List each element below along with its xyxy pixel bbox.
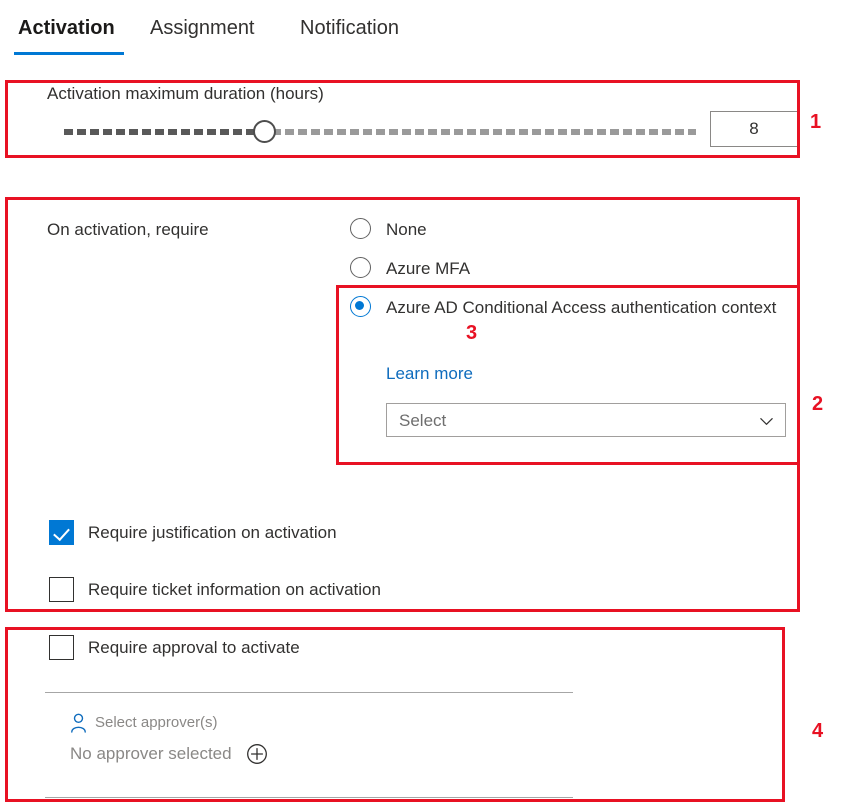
tab-notification[interactable]: Notification xyxy=(300,14,399,52)
checkbox-label-justification: Require justification on activation xyxy=(88,522,337,542)
tab-activation[interactable]: Activation xyxy=(18,14,115,52)
on-activation-require-label: On activation, require xyxy=(47,220,209,239)
tab-active-indicator xyxy=(14,52,124,55)
approver-empty-state: No approver selected xyxy=(70,744,232,763)
chevron-down-icon xyxy=(759,414,774,429)
slider-filled-track xyxy=(64,129,260,135)
person-icon xyxy=(70,713,87,733)
slider-thumb[interactable] xyxy=(253,120,276,143)
radio-label-azure-mfa: Azure MFA xyxy=(386,259,471,278)
tab-assignment[interactable]: Assignment xyxy=(150,14,255,52)
annotation-number-2: 2 xyxy=(812,393,824,415)
approver-divider-bottom xyxy=(45,797,573,798)
checkbox-mark-justification xyxy=(49,520,74,545)
auth-context-select[interactable]: Select xyxy=(386,403,786,437)
annotation-number-1: 1 xyxy=(810,111,822,133)
approver-picker-label: Select approver(s) xyxy=(95,714,218,731)
radio-option-conditional-access[interactable]: Azure AD Conditional Access authenticati… xyxy=(350,295,780,320)
checkbox-require-justification[interactable]: Require justification on activation xyxy=(49,520,337,545)
radio-label-conditional-access: Azure AD Conditional Access authenticati… xyxy=(386,298,777,317)
plus-circle-icon[interactable] xyxy=(246,743,268,765)
checkbox-mark-ticket-info xyxy=(49,577,74,602)
activation-duration-slider[interactable] xyxy=(64,118,696,146)
approver-divider-top xyxy=(45,692,573,693)
checkbox-label-require-approval: Require approval to activate xyxy=(88,637,300,657)
checkbox-mark-require-approval xyxy=(49,635,74,660)
approver-picker-header: Select approver(s) xyxy=(70,710,490,736)
activation-duration-input[interactable]: 8 xyxy=(710,111,798,147)
radio-label-none: None xyxy=(386,220,427,239)
radio-option-azure-mfa[interactable]: Azure MFA xyxy=(350,256,470,281)
checkbox-require-ticket-info[interactable]: Require ticket information on activation xyxy=(49,577,381,602)
activation-duration-label: Activation maximum duration (hours) xyxy=(47,84,324,103)
radio-mark-azure-mfa xyxy=(350,257,371,278)
approver-picker[interactable]: Select approver(s) No approver selected xyxy=(70,710,490,765)
approver-selection-row: No approver selected xyxy=(70,743,490,765)
learn-more-link[interactable]: Learn more xyxy=(386,363,473,385)
annotation-number-4: 4 xyxy=(812,720,824,742)
checkbox-require-approval[interactable]: Require approval to activate xyxy=(49,635,300,660)
tab-bar: Activation Assignment Notification xyxy=(0,0,853,62)
checkbox-label-ticket-info: Require ticket information on activation xyxy=(88,579,381,599)
radio-mark-none xyxy=(350,218,371,239)
annotation-number-3: 3 xyxy=(466,322,478,344)
radio-option-none[interactable]: None xyxy=(350,217,427,242)
auth-context-select-value: Select xyxy=(399,411,447,430)
radio-mark-conditional-access xyxy=(350,296,371,317)
